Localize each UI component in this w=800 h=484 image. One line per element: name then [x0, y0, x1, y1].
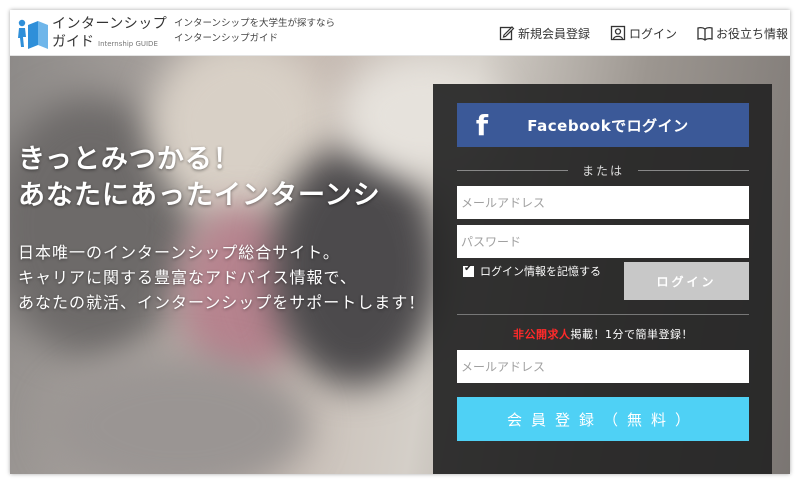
logo-title[interactable]: インターンシップ: [52, 13, 167, 33]
hero-text: きっとみつかる！ あなたにあったインターンシ 日本唯一のインターンシップ総合サイ…: [18, 142, 425, 315]
facebook-login-label: Facebookでログイン: [527, 116, 689, 135]
nav-register-label: 新規会員登録: [517, 26, 590, 41]
nav-register[interactable]: 新規会員登録: [499, 25, 590, 42]
checkbox-checked-icon[interactable]: [463, 263, 474, 277]
tagline-line-2: インターンシップガイド: [174, 33, 279, 44]
hero-desc-line-2: キャリアに関する豊富なアドバイス情報で、: [18, 268, 357, 287]
hero-background-blur: [50, 356, 310, 474]
book-icon: [697, 27, 713, 41]
logo-subtitle[interactable]: ガイド Internship GUIDE: [52, 31, 158, 51]
tagline-line-1: インターンシップを大学生が探すなら: [174, 18, 336, 29]
page-frame: インターンシップ ガイド Internship GUIDE インターンシップを大学…: [10, 10, 790, 474]
divider-text: または: [582, 163, 625, 178]
login-button[interactable]: ログイン: [624, 262, 749, 300]
nav-useful-info-label: お役立ち情報: [715, 26, 788, 41]
register-promo: 非公開求人掲載！1分で簡単登録！: [457, 326, 749, 342]
register-icon: [499, 26, 515, 41]
hero-title: きっとみつかる！ あなたにあったインターンシ: [18, 142, 425, 214]
email-field[interactable]: [457, 186, 749, 219]
promo-text: 掲載！1分で簡単登録！: [570, 328, 693, 341]
logo-icon[interactable]: [14, 15, 50, 51]
nav-login[interactable]: ログイン: [610, 25, 677, 42]
hero-title-line-2: あなたにあったインターンシ: [18, 180, 381, 211]
register-email-field[interactable]: [457, 350, 749, 383]
password-field[interactable]: [457, 225, 749, 258]
divider-line: [457, 169, 568, 171]
hero-title-line-1: きっとみつかる！: [18, 144, 241, 175]
remember-login-label: ログイン情報を記憶する: [480, 265, 601, 278]
site-header: インターンシップ ガイド Internship GUIDE インターンシップを大学…: [10, 10, 790, 56]
or-divider: または: [457, 160, 750, 180]
logo-sub-jp: ガイド: [52, 34, 94, 50]
divider-line: [638, 169, 750, 171]
hero-section: きっとみつかる！ あなたにあったインターンシ 日本唯一のインターンシップ総合サイ…: [10, 56, 790, 474]
login-panel: f Facebookでログイン または ログイン情報を記憶する ログイン 非公開…: [433, 84, 772, 474]
nav-useful-info[interactable]: お役立ち情報: [697, 25, 788, 42]
header-tagline: インターンシップを大学生が探すなら インターンシップガイド: [174, 16, 335, 46]
section-divider: [457, 314, 749, 315]
nav-login-label: ログイン: [628, 26, 677, 41]
login-icon: [610, 25, 626, 41]
header-nav: 新規会員登録 ログイン お役立ち情報: [499, 10, 788, 56]
hero-desc-line-1: 日本唯一のインターンシップ総合サイト。: [18, 243, 340, 262]
register-button[interactable]: 会員登録（無料）: [457, 397, 749, 441]
hero-desc-line-3: あなたの就活、インターンシップをサポートします！: [18, 293, 426, 312]
promo-highlight: 非公開求人: [513, 328, 571, 341]
facebook-login-button[interactable]: f Facebookでログイン: [457, 103, 749, 147]
remember-login-checkbox[interactable]: ログイン情報を記憶する: [463, 263, 601, 279]
hero-description: 日本唯一のインターンシップ総合サイト。 キャリアに関する豊富なアドバイス情報で、…: [18, 240, 425, 315]
facebook-icon: f: [475, 108, 489, 142]
logo-sub-en: Internship GUIDE: [98, 40, 158, 48]
